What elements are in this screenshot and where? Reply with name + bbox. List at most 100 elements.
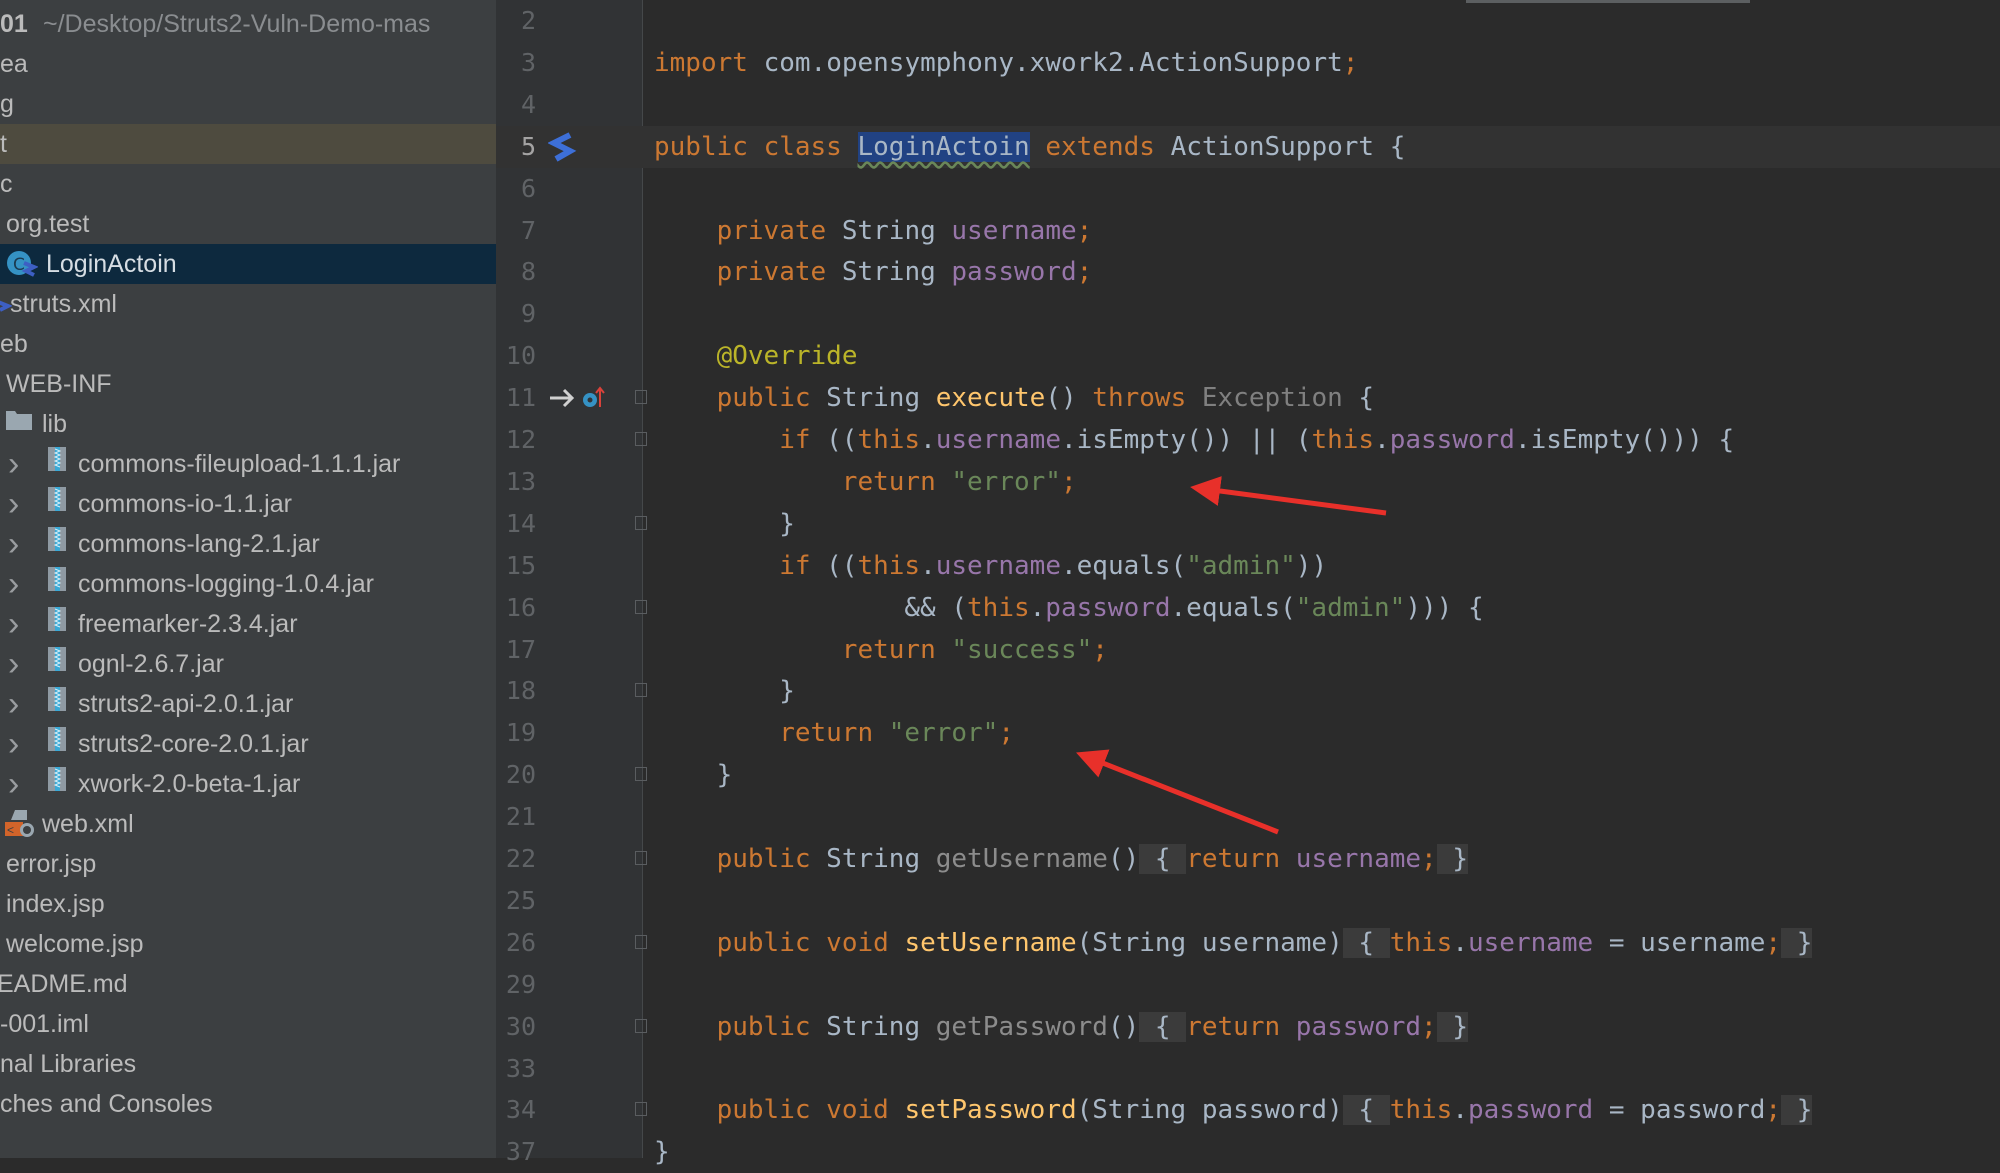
- tree-item[interactable]: EADME.md: [0, 964, 496, 1004]
- tree-item[interactable]: lib: [0, 404, 496, 444]
- tree-item[interactable]: WEB-INF: [0, 364, 496, 404]
- code-line[interactable]: 20}: [496, 754, 2000, 796]
- code-line[interactable]: 16 && (this.password.equals("admin"))) {: [496, 587, 2000, 629]
- code-token: }: [654, 1137, 670, 1168]
- code-token: execute: [935, 383, 1046, 414]
- tree-item[interactable]: ches and Consoles: [0, 1084, 496, 1124]
- chevron-right-icon[interactable]: ›: [8, 484, 19, 524]
- code-token: ;: [1342, 47, 1359, 78]
- code-line[interactable]: 22 public String getUsername() { return u…: [496, 838, 2000, 880]
- code-token: throws: [1092, 383, 1202, 414]
- code-line[interactable]: 3 import com.opensymphony.xwork2.ActionSu…: [496, 42, 2000, 84]
- fold-marker-icon[interactable]: [635, 599, 647, 614]
- tree-item[interactable]: › commons-io-1.1.jar: [0, 484, 496, 524]
- tree-item[interactable]: index.jsp: [0, 884, 496, 924]
- code-line[interactable]: 5 public class LoginActoin extends Action…: [496, 125, 2000, 168]
- chevron-right-icon[interactable]: ›: [8, 644, 19, 684]
- code-line[interactable]: 14}: [496, 503, 2000, 545]
- code-line[interactable]: 11 public String execute() throws Excepti…: [496, 377, 2000, 419]
- jar-icon: [46, 764, 70, 791]
- fold-marker-icon[interactable]: [635, 432, 647, 446]
- code-line[interactable]: 25: [496, 880, 2000, 922]
- code-line[interactable]: 34 public void setPassword(String passwor…: [496, 1089, 2000, 1131]
- tree-item[interactable]: C LoginActoin: [0, 244, 496, 284]
- fold-marker-icon[interactable]: [635, 515, 647, 530]
- code-token: }: [779, 676, 795, 707]
- code-line[interactable]: 19 return "error";: [496, 712, 2000, 754]
- code-line[interactable]: 13 return "error";: [496, 461, 2000, 503]
- fold-marker-icon[interactable]: [635, 1102, 647, 1117]
- code-token: if: [779, 550, 827, 581]
- code-line[interactable]: 4: [496, 84, 2000, 126]
- tree-item-label: c: [0, 170, 13, 198]
- line-number: 5: [520, 131, 536, 161]
- chevron-right-icon[interactable]: ›: [8, 604, 19, 644]
- code-token: .: [920, 425, 936, 455]
- tree-item[interactable]: › xwork-2.0-beta-1.jar: [0, 764, 496, 804]
- code-token: = password: [1593, 1095, 1766, 1126]
- tree-item[interactable]: › struts2-core-2.0.1.jar: [0, 724, 496, 764]
- tree-item[interactable]: c: [0, 164, 496, 204]
- tree-item[interactable]: nal Libraries: [0, 1044, 496, 1084]
- tree-item[interactable]: error.jsp: [0, 844, 496, 884]
- tree-item[interactable]: › freemarker-2.3.4.jar: [0, 604, 496, 644]
- code-line[interactable]: 12 if ((this.username.isEmpty()) || (this…: [496, 419, 2000, 461]
- code-line[interactable]: 2: [496, 0, 2000, 42]
- chevron-right-icon[interactable]: ›: [8, 684, 19, 724]
- fold-marker-icon[interactable]: [635, 683, 647, 698]
- tree-item[interactable]: eb: [0, 324, 496, 364]
- code-line[interactable]: 17 return "success";: [496, 629, 2000, 671]
- code-text: public String execute() throws Exception…: [717, 377, 1374, 419]
- code-line[interactable]: 9: [496, 293, 2000, 335]
- tree-item[interactable]: struts.xml: [0, 284, 496, 324]
- tree-item[interactable]: -001.iml: [0, 1004, 496, 1044]
- code-line[interactable]: 7 private String username;: [496, 210, 2000, 252]
- tree-item[interactable]: › commons-fileupload-1.1.1.jar: [0, 444, 496, 484]
- code-line[interactable]: 33: [496, 1048, 2000, 1090]
- tree-item[interactable]: org.test: [0, 204, 496, 244]
- fold-marker-icon[interactable]: [635, 1018, 647, 1033]
- code-line[interactable]: 29: [496, 964, 2000, 1006]
- tree-item[interactable]: g: [0, 84, 496, 124]
- svg-text:<: <: [7, 823, 14, 837]
- code-token: String: [826, 844, 936, 874]
- code-token: return: [1186, 844, 1296, 874]
- code-line[interactable]: 10 @Override: [496, 335, 2000, 377]
- tree-item[interactable]: › ognl-2.6.7.jar: [0, 644, 496, 684]
- code-line[interactable]: 26 public void setUsername(String usernam…: [496, 922, 2000, 964]
- tree-item[interactable]: › commons-lang-2.1.jar: [0, 524, 496, 564]
- tree-item[interactable]: 01 ~/Desktop/Struts2-Vuln-Demo-mas: [0, 4, 496, 44]
- tree-item[interactable]: < web.xml: [0, 804, 496, 844]
- code-token: (): [1045, 383, 1093, 414]
- code-token: this: [967, 592, 1030, 623]
- fold-marker-icon[interactable]: [635, 934, 647, 949]
- chevron-right-icon[interactable]: ›: [8, 564, 19, 604]
- tree-item[interactable]: › commons-logging-1.0.4.jar: [0, 564, 496, 604]
- tree-item[interactable]: ea: [0, 44, 496, 84]
- code-token: ;: [1076, 257, 1093, 288]
- tree-item-label: index.jsp: [6, 890, 105, 918]
- code-line[interactable]: 15 if ((this.username.equals("admin")): [496, 545, 2000, 587]
- fold-marker-icon[interactable]: [635, 767, 647, 782]
- chevron-right-icon[interactable]: ›: [8, 524, 19, 564]
- code-line[interactable]: 6: [496, 168, 2000, 210]
- code-token: String: [841, 215, 952, 246]
- line-number: 30: [505, 1011, 536, 1041]
- chevron-right-icon[interactable]: ›: [8, 764, 19, 804]
- code-token: (): [1107, 1011, 1140, 1042]
- code-token: ;: [1076, 215, 1093, 246]
- chevron-right-icon[interactable]: ›: [8, 724, 19, 764]
- code-line[interactable]: 37}: [496, 1131, 2000, 1173]
- fold-marker-icon[interactable]: [635, 851, 647, 865]
- horizontal-scrollbar[interactable]: [1466, 0, 1750, 3]
- code-line[interactable]: 8 private String password;: [496, 251, 2000, 293]
- fold-marker-icon[interactable]: [635, 390, 647, 405]
- tree-item[interactable]: › struts2-api-2.0.1.jar: [0, 684, 496, 724]
- code-line[interactable]: 30 public String getPassword() { return p…: [496, 1006, 2000, 1048]
- tree-item[interactable]: t: [0, 124, 496, 164]
- tree-item[interactable]: welcome.jsp: [0, 924, 496, 964]
- chevron-right-icon[interactable]: ›: [8, 444, 19, 484]
- code-line[interactable]: 21: [496, 796, 2000, 838]
- svg-text:C: C: [13, 255, 25, 275]
- code-line[interactable]: 18}: [496, 670, 2000, 712]
